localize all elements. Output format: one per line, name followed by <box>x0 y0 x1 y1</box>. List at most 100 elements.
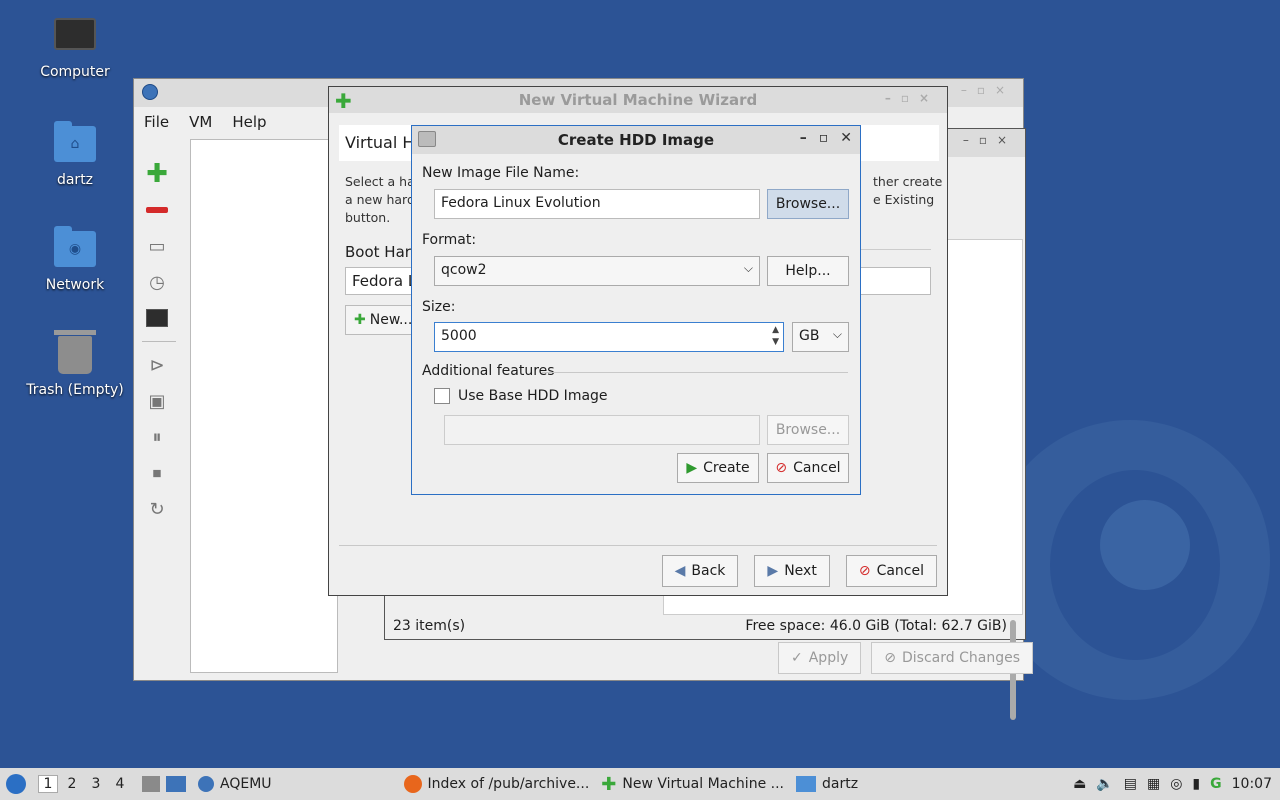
desktop-icon-label: dartz <box>56 172 94 188</box>
computer-icon <box>54 18 96 50</box>
desktop-icon-computer[interactable]: Computer <box>20 18 130 80</box>
desktop-icon-network[interactable]: ◉ Network <box>20 226 130 293</box>
desktop-icon-trash[interactable]: Trash (Empty) <box>20 330 130 398</box>
eject-icon[interactable]: ⏏ <box>1073 776 1086 792</box>
cancel-icon: ⊘ <box>858 563 871 579</box>
use-base-hdd-label[interactable]: Use Base HDD Image <box>458 388 608 404</box>
format-label: Format: <box>422 232 477 248</box>
minimize-icon[interactable]: – <box>800 130 807 146</box>
clipboard-icon[interactable]: ▤ <box>1124 776 1137 792</box>
close-icon[interactable]: ✕ <box>840 130 852 146</box>
cancel-button[interactable]: ⊘ Cancel <box>767 453 849 483</box>
task-new-vm-wizard[interactable]: ✚ New Virtual Machine ... <box>595 768 790 800</box>
next-button[interactable]: ▶ Next <box>754 555 830 587</box>
vm-list[interactable] <box>190 139 338 673</box>
aqemu-icon <box>198 776 214 792</box>
add-vm-icon[interactable]: ✚ <box>142 159 172 189</box>
discard-changes-button[interactable]: ⊘ Discard Changes <box>871 642 1033 674</box>
quick-launch <box>136 768 192 800</box>
volume-icon[interactable]: 🔈 <box>1096 776 1113 792</box>
workspace-3[interactable]: 3 <box>86 776 106 792</box>
size-input[interactable]: 5000 ▲ ▼ <box>434 322 784 352</box>
vm-toolbar: ✚ ▭ ◷ ⊳ ▣ ⏸ ⏹ ↻ <box>142 159 178 530</box>
arrow-left-icon: ◀ <box>674 563 686 579</box>
system-tray: ⏏ 🔈 ▤ ▦ ◎ ▮ G 10:07 <box>1073 768 1272 800</box>
notification-icon[interactable]: ▮ <box>1192 776 1200 792</box>
arrow-right-icon: ▶ <box>767 563 779 579</box>
divider <box>339 545 937 546</box>
workspace-1[interactable]: 1 <box>38 775 58 793</box>
desktop-icon-label: Computer <box>40 64 110 80</box>
chevron-down-icon: ⌵ <box>743 261 753 275</box>
task-dartz[interactable]: dartz <box>790 768 864 800</box>
clock[interactable]: 10:07 <box>1232 776 1272 792</box>
help-button[interactable]: Help... <box>767 256 849 286</box>
reset-icon[interactable]: ↻ <box>142 494 172 524</box>
menu-vm[interactable]: VM <box>189 113 212 131</box>
browse-button[interactable]: Browse... <box>767 189 849 219</box>
workspace-2[interactable]: 2 <box>62 776 82 792</box>
save-icon[interactable]: ▣ <box>142 386 172 416</box>
wizard-buttons: ◀ Back ▶ Next ⊘ Cancel <box>661 555 937 587</box>
new-hdd-button[interactable]: ✚ New... <box>345 305 415 335</box>
divider <box>859 249 931 250</box>
wizard-cancel-button[interactable]: ⊘ Cancel <box>845 555 937 587</box>
spin-arrows-icon[interactable]: ▲ ▼ <box>772 324 779 348</box>
desktop-icon[interactable] <box>166 776 186 792</box>
menu-help[interactable]: Help <box>232 113 266 131</box>
pause-icon[interactable]: ⏸ <box>142 422 172 452</box>
add-icon: ✚ <box>601 773 617 795</box>
workspace-4[interactable]: 4 <box>110 776 130 792</box>
apply-button[interactable]: ✓ Apply <box>778 642 862 674</box>
play-icon: ▶ <box>686 460 698 476</box>
wizard-description-right: ther create e Existing <box>873 174 943 207</box>
update-icon[interactable]: ◎ <box>1170 776 1182 792</box>
use-base-hdd-checkbox[interactable] <box>434 388 450 404</box>
task-firefox[interactable]: Index of /pub/archive... <box>398 768 596 800</box>
desktop-icon-label: Network <box>45 277 105 293</box>
format-select[interactable]: qcow2 ⌵ <box>434 256 760 286</box>
file-name-input[interactable]: Fedora Linux Evolution <box>434 189 760 219</box>
window-controls[interactable]: –▫× <box>963 133 1017 147</box>
green-app-icon[interactable]: G <box>1210 776 1222 792</box>
start-menu-button[interactable] <box>0 768 32 800</box>
maximize-icon[interactable]: ▫ <box>819 130 829 146</box>
toolbar-divider <box>142 341 176 342</box>
window-controls[interactable]: –▫× <box>961 83 1015 97</box>
folder-icon <box>795 776 816 792</box>
free-space: Free space: 46.0 GiB (Total: 62.7 GiB) <box>745 618 1007 634</box>
network-folder-icon: ◉ <box>54 226 96 267</box>
size-value: 5000 <box>441 328 477 344</box>
task-aqemu[interactable]: AQEMU <box>192 768 278 800</box>
clock-icon[interactable]: ◷ <box>142 267 172 297</box>
dialog-titlebar[interactable]: Create HDD Image – ▫ ✕ <box>412 126 860 154</box>
hdd-icon[interactable]: ▭ <box>142 231 172 261</box>
network-icon[interactable]: ▦ <box>1147 776 1160 792</box>
add-icon: ✚ <box>354 312 366 328</box>
play-icon[interactable]: ⊳ <box>142 350 172 380</box>
menu-file[interactable]: File <box>144 113 169 131</box>
stop-icon[interactable]: ⏹ <box>142 458 172 488</box>
back-button[interactable]: ◀ Back <box>661 555 739 587</box>
taskbar: 1 2 3 4 AQEMU Index of /pub/archive... ✚… <box>0 768 1280 800</box>
window-controls[interactable]: –▫× <box>885 91 939 105</box>
size-unit-select[interactable]: GB ⌵ <box>792 322 849 352</box>
create-button[interactable]: ▶ Create <box>677 453 759 483</box>
boot-hdd-label: Boot Hard <box>345 243 421 261</box>
desktop-icon-home[interactable]: ⌂ dartz <box>20 121 130 188</box>
format-value: qcow2 <box>441 262 487 278</box>
base-image-input <box>444 415 760 445</box>
file-statusbar: 23 item(s) Free space: 46.0 GiB (Total: … <box>385 613 1025 639</box>
file-name-label: New Image File Name: <box>422 165 580 181</box>
add-icon: ✚ <box>335 89 352 113</box>
dialog-title: Create HDD Image <box>557 131 715 149</box>
wizard-titlebar[interactable]: ✚ New Virtual Machine Wizard –▫× <box>329 87 947 113</box>
size-label: Size: <box>422 299 456 315</box>
file-manager-icon[interactable] <box>142 776 160 792</box>
cancel-icon: ⊘ <box>775 460 788 476</box>
item-count: 23 item(s) <box>393 618 466 634</box>
remove-vm-icon[interactable] <box>142 195 172 225</box>
terminal-icon[interactable] <box>142 303 172 333</box>
trash-icon <box>54 330 96 374</box>
desktop: Computer ⌂ dartz ◉ Network Trash (Empty)… <box>0 0 1280 768</box>
